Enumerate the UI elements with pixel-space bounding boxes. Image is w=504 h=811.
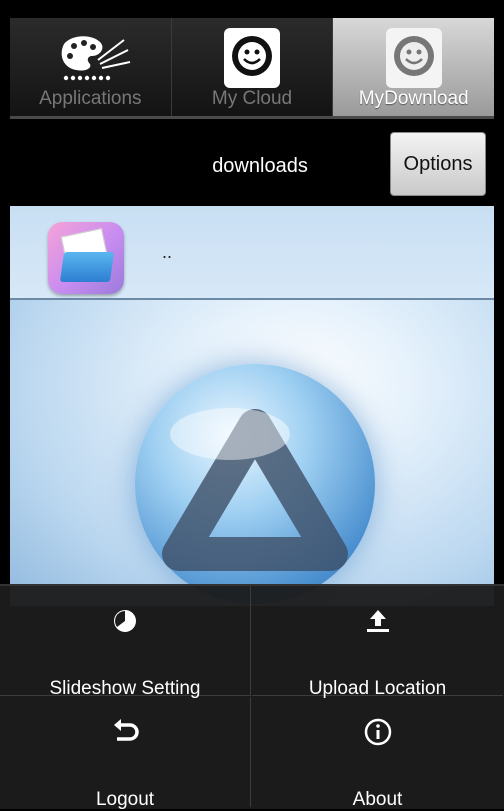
app-logo-watermark — [135, 364, 375, 604]
menu-item-about[interactable]: About — [252, 697, 503, 810]
tab-label: Applications — [39, 88, 142, 109]
file-browser: .. — [10, 206, 494, 606]
tab-my-download[interactable]: MyDownload — [333, 18, 495, 116]
folder-icon — [48, 222, 124, 294]
list-item[interactable]: .. — [10, 206, 494, 300]
tab-my-cloud[interactable]: My Cloud — [171, 18, 334, 116]
options-button[interactable]: Options — [390, 132, 486, 196]
back-arrow-icon — [114, 719, 139, 741]
info-icon — [364, 718, 391, 746]
tab-label: MyDownload — [358, 88, 469, 109]
tab-applications[interactable]: Applications — [10, 18, 172, 116]
menu-item-label: About — [352, 789, 403, 810]
smiley-network-icon — [385, 28, 442, 88]
file-name: .. — [162, 242, 173, 262]
menu-item-logout[interactable]: Logout — [0, 697, 251, 810]
menu-item-label: Logout — [95, 789, 155, 810]
tab-label: My Cloud — [211, 88, 293, 109]
palette-icon — [61, 36, 131, 81]
tab-bar: Applications My Cloud MyDownload — [10, 18, 495, 116]
menu-item-upload-location[interactable]: Upload Location — [252, 586, 503, 699]
clock-icon — [114, 610, 136, 632]
page-title: downloads — [212, 155, 308, 177]
smiley-network-icon — [224, 28, 280, 88]
options-menu: Slideshow Setting Upload Location Logout… — [0, 584, 504, 810]
upload-icon — [366, 610, 389, 632]
menu-item-slideshow-setting[interactable]: Slideshow Setting — [0, 586, 251, 699]
tab-underline — [10, 116, 494, 119]
